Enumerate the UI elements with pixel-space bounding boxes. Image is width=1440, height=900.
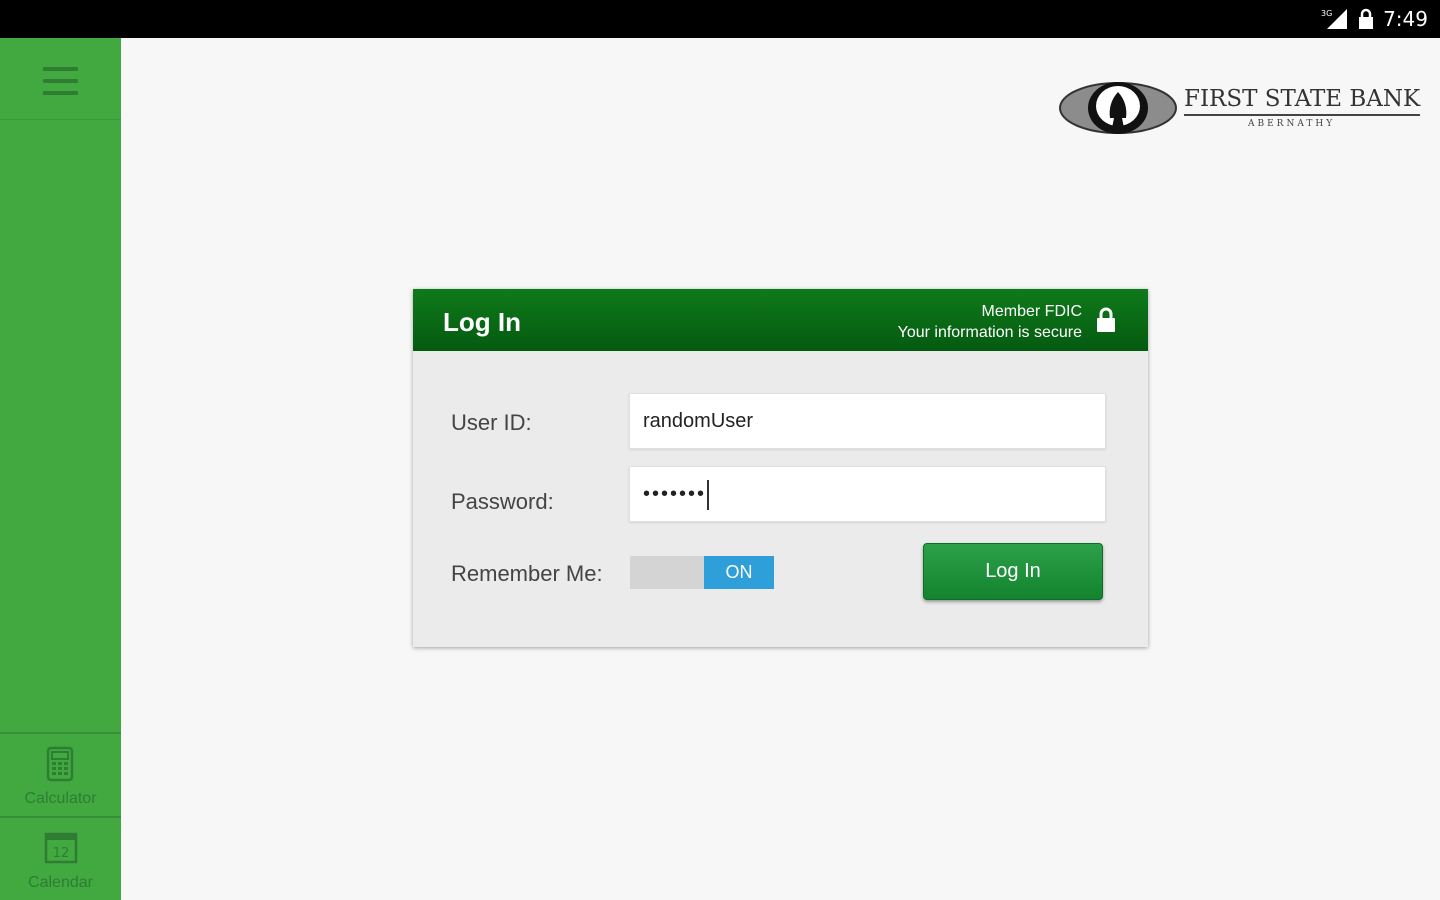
menu-button[interactable] — [0, 38, 121, 120]
sidebar-item-label: Calculator — [24, 790, 97, 807]
login-card-header: Log In Member FDIC Your information is s… — [413, 289, 1148, 351]
signal-icon: 3G — [1321, 9, 1348, 29]
remember-me-label: Remember Me: — [451, 561, 603, 586]
user-id-input[interactable]: randomUser — [629, 393, 1106, 449]
password-input[interactable]: ••••••• — [629, 466, 1106, 522]
sidebar-item-calendar[interactable]: 12 Calendar — [0, 816, 121, 900]
bank-name: FIRST STATE BANK — [1184, 86, 1421, 116]
login-button[interactable]: Log In — [923, 543, 1103, 600]
sidebar: Calculator 12 Calendar — [0, 38, 121, 900]
fdic-notice: Member FDIC Your information is secure — [898, 301, 1082, 343]
password-value: ••••••• — [643, 483, 707, 505]
calculator-icon — [46, 746, 74, 782]
sidebar-item-label: Calendar — [28, 874, 93, 891]
toggle-on-state: ON — [704, 556, 774, 589]
remember-me-toggle[interactable]: ON — [630, 556, 774, 589]
sidebar-item-calculator[interactable]: Calculator — [0, 732, 121, 816]
bank-location: ABERNATHY — [1248, 119, 1336, 129]
bank-logo: FIRST STATE BANK ABERNATHY — [1058, 78, 1421, 142]
user-id-value: randomUser — [643, 410, 754, 432]
text-cursor — [707, 479, 710, 510]
password-label: Password: — [451, 489, 554, 514]
status-time: 7:49 — [1383, 7, 1428, 31]
login-title: Log In — [443, 307, 521, 337]
login-card: Log In Member FDIC Your information is s… — [413, 289, 1148, 647]
fdic-line-2: Your information is secure — [897, 324, 1082, 341]
secure-lock-icon — [1097, 307, 1115, 332]
status-icons: 3G 7:49 — [1321, 6, 1428, 32]
calendar-icon: 12 — [44, 832, 78, 864]
user-id-label: User ID: — [451, 410, 532, 435]
fdic-line-1: Member FDIC — [981, 303, 1082, 320]
calendar-icon-number: 12 — [53, 846, 70, 861]
bank-emblem-icon — [1059, 82, 1177, 134]
lock-icon — [1359, 8, 1374, 29]
network-type: 3G — [1321, 9, 1332, 18]
status-bar: 3G 7:49 — [0, 0, 1440, 38]
